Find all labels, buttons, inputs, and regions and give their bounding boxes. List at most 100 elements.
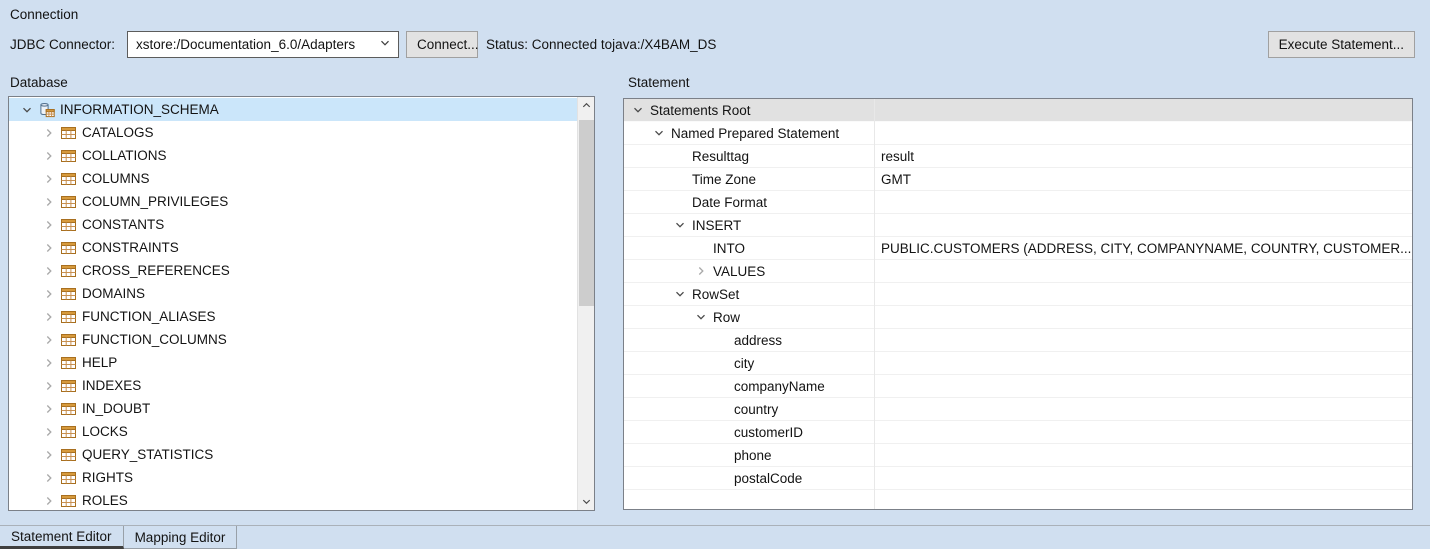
scrollbar-thumb[interactable] (579, 120, 594, 306)
db-tree-item-function_columns[interactable]: FUNCTION_COLUMNS (9, 328, 577, 351)
statement-label-cell[interactable] (624, 490, 874, 510)
jdbc-connector-select[interactable]: xstore:/Documentation_6.0/Adapters (127, 31, 399, 58)
scroll-down-icon[interactable] (578, 493, 595, 510)
db-tree-item-column_privileges[interactable]: COLUMN_PRIVILEGES (9, 190, 577, 213)
chevron-right-icon[interactable] (41, 424, 57, 440)
chevron-right-icon[interactable] (41, 493, 57, 509)
statement-label-cell[interactable]: Date Format (624, 191, 874, 213)
db-tree-item-in_doubt[interactable]: IN_DOUBT (9, 397, 577, 420)
statement-label-cell[interactable]: Row (624, 306, 874, 328)
db-tree-item-information_schema[interactable]: INFORMATION_SCHEMA (9, 98, 577, 121)
statement-row-empty[interactable] (624, 490, 1412, 510)
statement-row-city[interactable]: city (624, 352, 1412, 375)
statement-label-cell[interactable]: companyName (624, 375, 874, 397)
chevron-right-icon[interactable] (41, 355, 57, 371)
statement-value-cell[interactable] (874, 283, 1412, 305)
chevron-right-icon[interactable] (41, 240, 57, 256)
statement-row-phone[interactable]: phone (624, 444, 1412, 467)
db-tree-item-domains[interactable]: DOMAINS (9, 282, 577, 305)
db-tree-item-function_aliases[interactable]: FUNCTION_ALIASES (9, 305, 577, 328)
statement-value-cell[interactable] (874, 191, 1412, 213)
statement-row-address[interactable]: address (624, 329, 1412, 352)
statement-label-cell[interactable]: RowSet (624, 283, 874, 305)
statement-row-companyname[interactable]: companyName (624, 375, 1412, 398)
database-scrollbar[interactable] (577, 97, 594, 510)
chevron-right-icon[interactable] (41, 309, 57, 325)
statement-label-cell[interactable]: postalCode (624, 467, 874, 489)
statement-value-cell[interactable] (874, 260, 1412, 282)
statement-label-cell[interactable]: Time Zone (624, 168, 874, 190)
statement-row-rowset[interactable]: RowSet (624, 283, 1412, 306)
chevron-right-icon[interactable] (693, 263, 709, 279)
db-tree-item-locks[interactable]: LOCKS (9, 420, 577, 443)
column-divider[interactable] (874, 99, 875, 509)
chevron-right-icon[interactable] (41, 378, 57, 394)
db-tree-item-help[interactable]: HELP (9, 351, 577, 374)
statement-row-values[interactable]: VALUES (624, 260, 1412, 283)
db-tree-item-indexes[interactable]: INDEXES (9, 374, 577, 397)
statement-label-cell[interactable]: city (624, 352, 874, 374)
db-tree-item-rights[interactable]: RIGHTS (9, 466, 577, 489)
db-tree-item-catalogs[interactable]: CATALOGS (9, 121, 577, 144)
statement-row-into[interactable]: INTOPUBLIC.CUSTOMERS (ADDRESS, CITY, COM… (624, 237, 1412, 260)
db-tree-item-collations[interactable]: COLLATIONS (9, 144, 577, 167)
db-tree-item-columns[interactable]: COLUMNS (9, 167, 577, 190)
statement-value-cell[interactable] (874, 490, 1412, 510)
statement-row-row[interactable]: Row (624, 306, 1412, 329)
chevron-right-icon[interactable] (41, 447, 57, 463)
chevron-right-icon[interactable] (41, 125, 57, 141)
statement-label-cell[interactable]: address (624, 329, 874, 351)
chevron-right-icon[interactable] (41, 171, 57, 187)
statement-label-cell[interactable]: Resulttag (624, 145, 874, 167)
chevron-right-icon[interactable] (41, 194, 57, 210)
chevron-right-icon[interactable] (41, 148, 57, 164)
statement-value-cell[interactable] (874, 421, 1412, 443)
scroll-up-icon[interactable] (578, 97, 595, 114)
db-tree-item-constraints[interactable]: CONSTRAINTS (9, 236, 577, 259)
statement-value-cell[interactable] (874, 444, 1412, 466)
statement-row-resulttag[interactable]: Resulttagresult (624, 145, 1412, 168)
tab-mapping-editor[interactable]: Mapping Editor (124, 526, 238, 549)
statement-label-cell[interactable]: phone (624, 444, 874, 466)
statement-value-cell[interactable] (874, 467, 1412, 489)
statement-row-postalcode[interactable]: postalCode (624, 467, 1412, 490)
statement-value-cell[interactable] (874, 352, 1412, 374)
statement-row-date-format[interactable]: Date Format (624, 191, 1412, 214)
chevron-right-icon[interactable] (41, 263, 57, 279)
db-tree-item-cross_references[interactable]: CROSS_REFERENCES (9, 259, 577, 282)
statement-label-cell[interactable]: customerID (624, 421, 874, 443)
statement-value-cell[interactable] (874, 398, 1412, 420)
statement-value-cell[interactable] (874, 306, 1412, 328)
chevron-down-icon[interactable] (672, 217, 688, 233)
db-tree-item-constants[interactable]: CONSTANTS (9, 213, 577, 236)
statement-value-cell[interactable]: result (874, 145, 1412, 167)
statement-value-cell[interactable] (874, 329, 1412, 351)
statement-value-cell[interactable] (874, 375, 1412, 397)
db-tree-item-roles[interactable]: ROLES (9, 489, 577, 510)
statement-value-cell[interactable]: PUBLIC.CUSTOMERS (ADDRESS, CITY, COMPANY… (874, 237, 1412, 259)
statement-row-named-prepared-statement[interactable]: Named Prepared Statement (624, 122, 1412, 145)
statement-value-cell[interactable] (874, 214, 1412, 236)
execute-statement-button[interactable]: Execute Statement... (1268, 31, 1415, 58)
chevron-right-icon[interactable] (41, 217, 57, 233)
chevron-right-icon[interactable] (41, 401, 57, 417)
statement-label-cell[interactable]: INSERT (624, 214, 874, 236)
statement-value-cell[interactable] (874, 99, 1412, 121)
chevron-right-icon[interactable] (41, 286, 57, 302)
statement-row-country[interactable]: country (624, 398, 1412, 421)
chevron-down-icon[interactable] (651, 125, 667, 141)
statement-label-cell[interactable]: Named Prepared Statement (624, 122, 874, 144)
statement-value-cell[interactable] (874, 122, 1412, 144)
statement-row-insert[interactable]: INSERT (624, 214, 1412, 237)
chevron-down-icon[interactable] (19, 102, 35, 118)
chevron-right-icon[interactable] (41, 332, 57, 348)
connect-button[interactable]: Connect... (406, 31, 478, 58)
statement-row-customerid[interactable]: customerID (624, 421, 1412, 444)
statement-label-cell[interactable]: VALUES (624, 260, 874, 282)
statement-label-cell[interactable]: INTO (624, 237, 874, 259)
statement-label-cell[interactable]: Statements Root (624, 99, 874, 121)
statement-label-cell[interactable]: country (624, 398, 874, 420)
statement-value-cell[interactable]: GMT (874, 168, 1412, 190)
tab-statement-editor[interactable]: Statement Editor (0, 526, 124, 549)
statement-row-statements-root[interactable]: Statements Root (624, 99, 1412, 122)
